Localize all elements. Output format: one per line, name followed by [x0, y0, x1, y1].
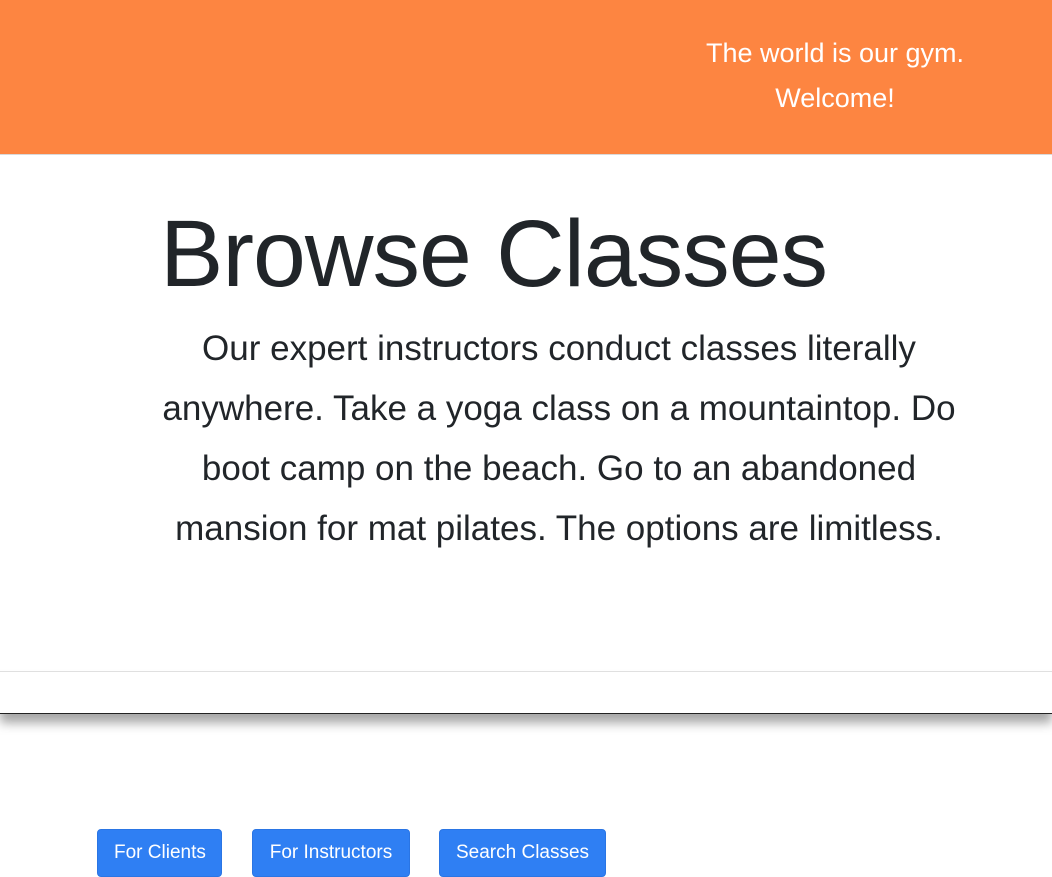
top-banner: The world is our gym. Welcome! [0, 0, 1052, 155]
search-classes-button[interactable]: Search Classes [439, 829, 606, 877]
for-clients-button[interactable]: For Clients [97, 829, 222, 877]
tagline-line-1: The world is our gym. [705, 38, 965, 68]
for-instructors-button[interactable]: For Instructors [252, 829, 410, 877]
hero-description: Our expert instructors conduct classes l… [162, 329, 956, 548]
tagline: The world is our gym. Welcome! [688, 31, 982, 121]
hero-section: Browse Classes Our expert instructors co… [0, 155, 1052, 672]
page-title: Browse Classes [160, 201, 828, 307]
divider-panel [0, 672, 1052, 714]
tagline-line-2: Welcome! [775, 83, 895, 113]
